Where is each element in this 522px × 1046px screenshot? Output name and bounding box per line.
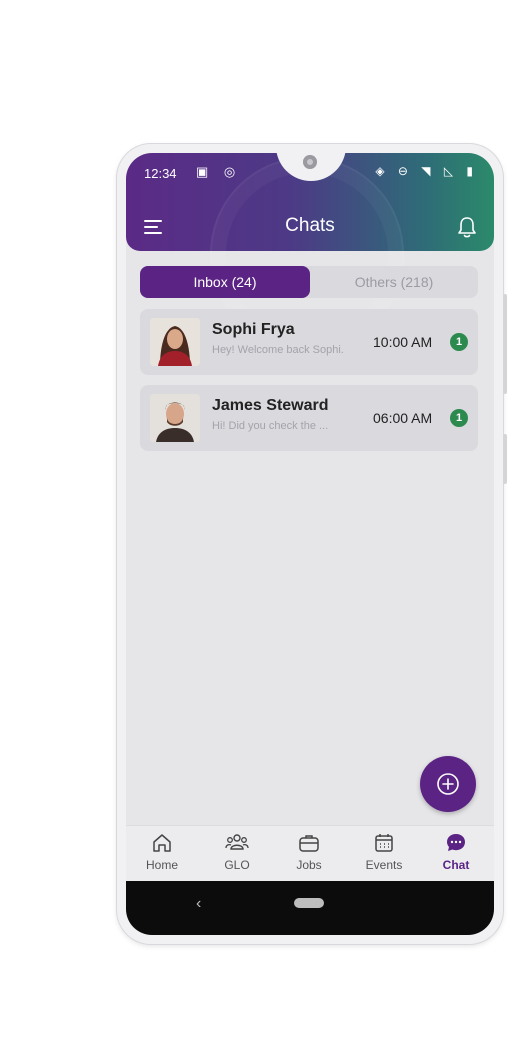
back-icon[interactable]: ‹	[196, 895, 201, 913]
system-icons: ◈ ⊖ ◥ ◺ ▮	[375, 164, 478, 178]
nav-jobs[interactable]: Jobs	[279, 832, 339, 872]
nav-label: Events	[365, 858, 403, 872]
phone-frame: 12:34 ▣ ◎ ◈ ⊖ ◥ ◺ ▮ Chats Inbox (24) Oth…	[117, 144, 507, 944]
chat-list-item[interactable]: James Steward Hi! Did you check the ... …	[140, 385, 478, 451]
message-preview: Hey! Welcome back Sophi.	[212, 344, 344, 356]
avatar	[150, 318, 200, 366]
app-header: 12:34 ▣ ◎ ◈ ⊖ ◥ ◺ ▮ Chats	[126, 153, 494, 351]
nav-label: GLO	[224, 858, 250, 872]
status-bar: 12:34 ▣ ◎ ◈ ⊖ ◥ ◺ ▮	[126, 153, 494, 193]
power-button	[503, 434, 507, 484]
system-nav-bar: ‹	[126, 881, 494, 935]
tab-others[interactable]: Others (218)	[310, 266, 478, 298]
tab-inbox[interactable]: Inbox (24)	[140, 266, 310, 298]
message-preview: Hi! Did you check the ...	[212, 420, 329, 432]
chat-list-item[interactable]: Sophi Frya Hey! Welcome back Sophi. 10:0…	[140, 309, 478, 375]
contact-name: James Steward	[212, 397, 329, 414]
chat-icon	[447, 834, 465, 851]
chat-tabs: Inbox (24) Others (218)	[140, 266, 478, 298]
volume-button	[503, 294, 507, 394]
bell-icon[interactable]	[456, 215, 478, 239]
screen: 12:34 ▣ ◎ ◈ ⊖ ◥ ◺ ▮ Chats Inbox (24) Oth…	[126, 153, 494, 935]
nav-chat[interactable]: Chat	[426, 832, 486, 872]
unread-badge: 1	[450, 333, 468, 351]
contact-name: Sophi Frya	[212, 321, 295, 338]
message-time: 06:00 AM	[373, 410, 433, 426]
message-time: 10:00 AM	[373, 334, 433, 350]
notification-icons: ▣ ◎	[196, 164, 242, 179]
new-chat-button[interactable]	[420, 756, 476, 812]
nav-events[interactable]: Events	[354, 832, 414, 872]
home-pill[interactable]	[294, 898, 324, 908]
nav-label: Jobs	[296, 858, 322, 872]
calendar-icon	[375, 834, 393, 852]
stage: 12:34 ▣ ◎ ◈ ⊖ ◥ ◺ ▮ Chats Inbox (24) Oth…	[0, 0, 522, 1046]
status-time: 12:34	[144, 166, 177, 181]
avatar	[150, 394, 200, 442]
unread-badge: 1	[450, 409, 468, 427]
plus-circle-icon	[437, 773, 459, 795]
nav-label: Chat	[442, 858, 470, 872]
nav-home[interactable]: Home	[132, 832, 192, 872]
bottom-nav: Home GLO Jobs Events Chat	[126, 825, 494, 882]
nav-glo[interactable]: GLO	[207, 832, 267, 872]
page-title: Chats	[285, 215, 335, 236]
home-icon	[153, 834, 171, 852]
top-bar: Chats	[126, 209, 494, 249]
group-icon	[225, 834, 249, 850]
nav-label: Home	[145, 858, 178, 872]
briefcase-icon	[299, 835, 319, 852]
